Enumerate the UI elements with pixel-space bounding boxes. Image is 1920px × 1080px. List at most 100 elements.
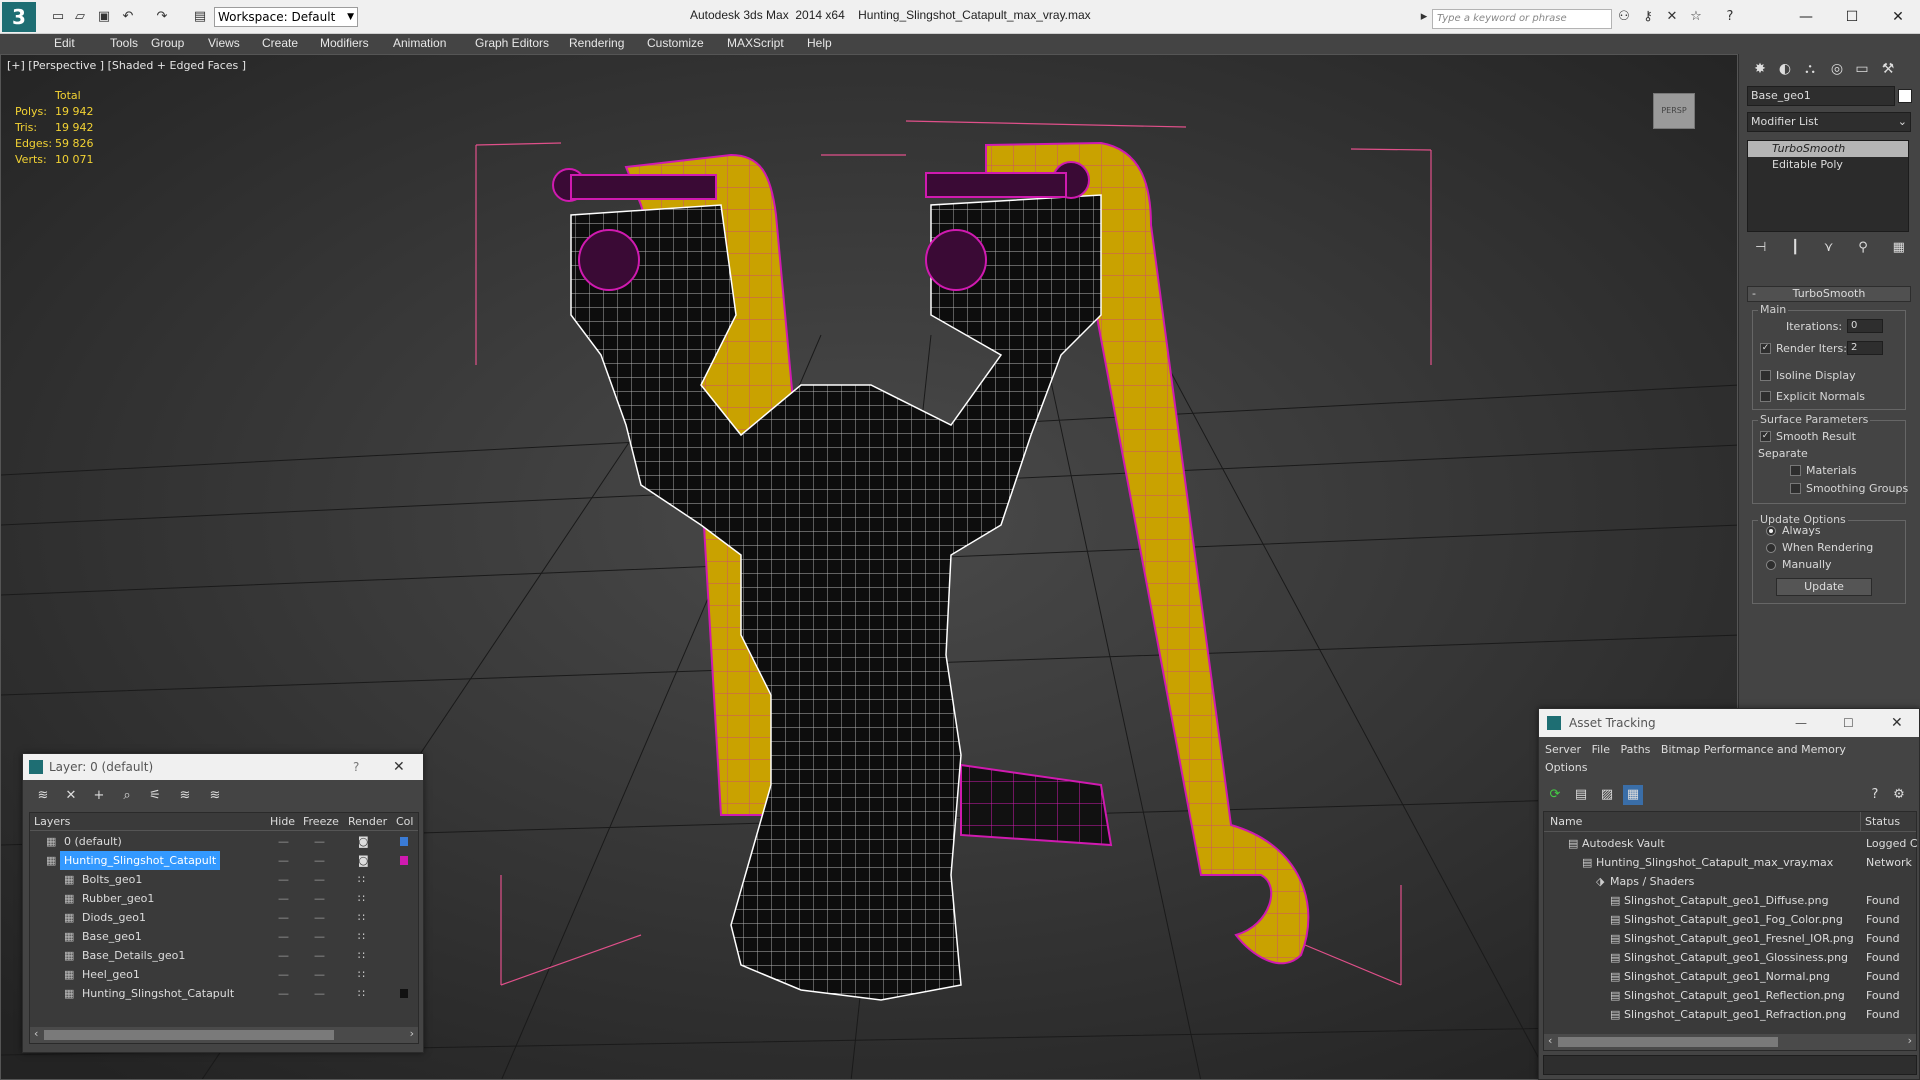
open-file-icon[interactable]: ▱ xyxy=(72,9,88,25)
minimize-button[interactable]: — xyxy=(1784,4,1828,30)
show-end-result-icon[interactable]: ┃ xyxy=(1791,240,1799,258)
save-file-icon[interactable]: ▣ xyxy=(96,9,112,25)
render-toggle[interactable]: ∷ xyxy=(358,908,365,927)
close-icon[interactable]: ✕ xyxy=(1891,709,1903,737)
layer-row[interactable]: ▦ Heel_geo1 — — ∷ xyxy=(30,965,410,984)
asset-row[interactable]: ▤ Autodesk Vault Logged C xyxy=(1548,834,1920,853)
asset-row[interactable]: ▤ Slingshot_Catapult_geo1_Refraction.png F… xyxy=(1548,1005,1920,1024)
settings-icon[interactable]: ⚙ xyxy=(1889,785,1909,805)
search-input[interactable]: Type a keyword or phrase xyxy=(1432,9,1612,29)
layer-window-titlebar[interactable]: Layer: 0 (default) ? ✕ xyxy=(23,754,423,780)
iterations-spinner[interactable]: 0 xyxy=(1847,319,1883,333)
layer-row[interactable]: ▦ Base_geo1 — — ∷ xyxy=(30,927,410,946)
layer-row[interactable]: ▦ Bolts_geo1 — — ∷ xyxy=(30,870,410,889)
render-toggle[interactable]: ∷ xyxy=(358,889,365,908)
highlight-layer-icon[interactable]: ⚟ xyxy=(145,786,165,806)
key-icon[interactable]: ⚷ xyxy=(1640,9,1656,25)
render-toggle[interactable]: ∷ xyxy=(358,984,365,1003)
communication-icon[interactable]: ✕ xyxy=(1664,9,1680,25)
scroll-thumb[interactable] xyxy=(1558,1037,1778,1047)
materials-checkbox[interactable] xyxy=(1790,465,1801,476)
asset-row[interactable]: ⬗ Maps / Shaders xyxy=(1548,872,1920,891)
layer-row[interactable]: ▦ Rubber_geo1 — — ∷ xyxy=(30,889,410,908)
scroll-left-icon[interactable]: ‹ xyxy=(34,1027,38,1040)
render-toggle[interactable]: ∷ xyxy=(358,946,365,965)
col-hide[interactable]: Hide xyxy=(270,813,295,831)
layer-name[interactable]: Hunting_Slingshot_Catapult xyxy=(60,851,221,870)
layer-name[interactable]: Bolts_geo1 xyxy=(78,870,146,889)
freeze-toggle[interactable]: — xyxy=(314,851,325,870)
redo-icon[interactable]: ↷ xyxy=(154,9,170,25)
when-rendering-radio[interactable] xyxy=(1766,543,1776,553)
modifier-stack[interactable]: TurboSmooth Editable Poly xyxy=(1747,140,1909,232)
col-layers[interactable]: Layers xyxy=(34,813,70,831)
menu-graph-editors[interactable]: Graph Editors xyxy=(475,36,549,50)
close-icon[interactable]: ✕ xyxy=(393,754,405,780)
undo-icon[interactable]: ↶ xyxy=(120,9,136,25)
menu-paths[interactable]: Paths xyxy=(1621,743,1651,756)
create-tab-icon[interactable]: ✸ xyxy=(1749,59,1771,79)
hide-toggle[interactable]: — xyxy=(278,984,289,1003)
binoculars-icon[interactable]: ⚇ xyxy=(1616,9,1632,25)
freeze-toggle[interactable]: — xyxy=(314,984,325,1003)
workspace-dropdown[interactable]: Workspace: Default ▼ xyxy=(214,7,358,27)
help-icon[interactable]: ? xyxy=(1722,9,1738,25)
motion-tab-icon[interactable]: ◎ xyxy=(1826,59,1848,79)
menu-edit[interactable]: Edit xyxy=(54,36,75,50)
menu-create[interactable]: Create xyxy=(262,36,298,50)
menu-views[interactable]: Views xyxy=(208,36,240,50)
select-objects-icon[interactable]: ⌕ xyxy=(117,786,137,806)
render-toggle[interactable]: ◙ xyxy=(358,851,369,870)
layer-list[interactable]: Layers Hide Freeze Render Col ▦ 0 (defaul… xyxy=(29,812,419,1044)
menu-rendering[interactable]: Rendering xyxy=(569,36,624,50)
modify-tab-icon[interactable]: ◐ xyxy=(1774,59,1796,79)
list-view-icon[interactable]: ▤ xyxy=(1571,785,1591,805)
layer-name[interactable]: Heel_geo1 xyxy=(78,965,144,984)
layer-color-swatch[interactable] xyxy=(400,989,408,998)
hierarchy-tab-icon[interactable]: ⛬ xyxy=(1799,59,1821,79)
utilities-tab-icon[interactable]: ⚒ xyxy=(1877,59,1899,79)
hide-toggle[interactable]: — xyxy=(278,832,289,851)
layer-name[interactable]: Base_Details_geo1 xyxy=(78,946,189,965)
help-icon[interactable]: ? xyxy=(1865,785,1885,805)
menu-help[interactable]: Help xyxy=(807,36,832,50)
asset-row[interactable]: ▤ Slingshot_Catapult_geo1_Normal.png Found xyxy=(1548,967,1920,986)
add-to-layer-icon[interactable]: + xyxy=(89,786,109,806)
menu-customize[interactable]: Customize xyxy=(647,36,704,50)
render-toggle[interactable]: ∷ xyxy=(358,870,365,889)
asset-row[interactable]: ▤ Slingshot_Catapult_geo1_Reflection.png F… xyxy=(1548,986,1920,1005)
menu-file[interactable]: File xyxy=(1592,743,1610,756)
layer-row[interactable]: ▦ Base_Details_geo1 — — ∷ xyxy=(30,946,410,965)
hide-all-icon[interactable]: ≋ xyxy=(175,786,195,806)
horizontal-scrollbar[interactable]: ‹ › xyxy=(30,1027,418,1043)
configure-sets-icon[interactable]: ▦ xyxy=(1893,240,1905,258)
freeze-toggle[interactable]: — xyxy=(314,870,325,889)
col-freeze[interactable]: Freeze xyxy=(303,813,339,831)
col-color[interactable]: Col xyxy=(396,813,413,831)
hide-toggle[interactable]: — xyxy=(278,927,289,946)
favorites-icon[interactable]: ☆ xyxy=(1688,9,1704,25)
hide-toggle[interactable]: — xyxy=(278,851,289,870)
render-iters-checkbox[interactable]: ✓ xyxy=(1760,343,1771,354)
menu-tools[interactable]: Tools xyxy=(110,36,138,50)
asset-row[interactable]: ▤ Slingshot_Catapult_geo1_Glossiness.png F… xyxy=(1548,948,1920,967)
menu-modifiers[interactable]: Modifiers xyxy=(320,36,369,50)
close-button[interactable]: ✕ xyxy=(1876,4,1920,30)
layer-name[interactable]: 0 (default) xyxy=(60,832,126,851)
render-toggle[interactable]: ◙ xyxy=(358,832,369,851)
menu-animation[interactable]: Animation xyxy=(393,36,446,50)
remove-modifier-icon[interactable]: ⚲ xyxy=(1858,240,1868,258)
layer-name[interactable]: Rubber_geo1 xyxy=(78,889,158,908)
viewport-label[interactable]: [+] [Perspective ] [Shaded + Edged Faces… xyxy=(7,59,246,72)
menu-group[interactable]: Group xyxy=(151,36,184,50)
layer-row[interactable]: ▦ Hunting_Slingshot_Catapult — — ◙ xyxy=(30,851,410,870)
table-view-icon[interactable]: ▦ xyxy=(1623,785,1643,805)
modifier-list-dropdown[interactable]: Modifier List ⌄ xyxy=(1747,112,1911,132)
render-toggle[interactable]: ∷ xyxy=(358,927,365,946)
app-logo-icon[interactable]: 3 xyxy=(2,2,36,32)
layer-color-swatch[interactable] xyxy=(400,856,408,865)
hide-toggle[interactable]: — xyxy=(278,946,289,965)
object-color-swatch[interactable] xyxy=(1898,89,1912,103)
turbosmooth-rollout-header[interactable]: - TurboSmooth xyxy=(1747,286,1911,302)
hide-toggle[interactable]: — xyxy=(278,965,289,984)
